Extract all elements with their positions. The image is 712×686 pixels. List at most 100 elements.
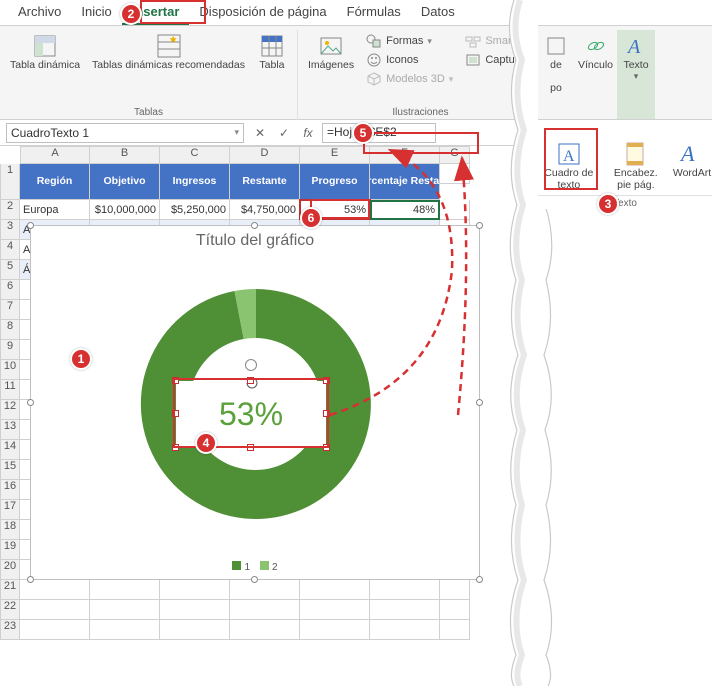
cell[interactable] — [90, 580, 160, 600]
pivot-table-button[interactable]: Tabla dinámica — [6, 30, 84, 74]
row-header[interactable]: 21 — [0, 580, 20, 600]
cell[interactable]: $10,000,000 — [90, 200, 160, 220]
smartart-button[interactable]: SmartArt — [461, 32, 537, 50]
row-header[interactable]: 23 — [0, 620, 20, 640]
wordart-button[interactable]: A WordArt — [672, 138, 712, 193]
capture-button[interactable]: Captura ▾ — [461, 51, 537, 69]
models3d-button[interactable]: Modelos 3D ▾ — [362, 70, 457, 88]
cell[interactable] — [370, 600, 440, 620]
tab-layout[interactable]: Disposición de página — [189, 0, 336, 25]
tab-data[interactable]: Datos — [411, 0, 465, 25]
row-header[interactable]: 8 — [0, 320, 20, 340]
cell[interactable]: $4,750,000 — [230, 200, 300, 220]
row-header[interactable]: 5 — [0, 260, 20, 280]
textbox-button[interactable]: A Cuadro de texto — [538, 138, 600, 193]
row-header[interactable]: 2 — [0, 200, 20, 220]
resize-handle[interactable] — [323, 410, 330, 417]
col-header[interactable]: D — [230, 146, 300, 164]
shapes-button[interactable]: Formas ▾ — [362, 32, 457, 50]
chart-handle[interactable] — [27, 576, 34, 583]
cell[interactable] — [20, 600, 90, 620]
cell[interactable] — [230, 600, 300, 620]
resize-handle[interactable] — [323, 377, 330, 384]
chart-handle[interactable] — [251, 222, 258, 229]
resize-handle[interactable] — [323, 444, 330, 451]
tab-formulas[interactable]: Fórmulas — [337, 0, 411, 25]
cell[interactable] — [230, 580, 300, 600]
cell[interactable] — [230, 620, 300, 640]
resize-handle[interactable] — [172, 377, 179, 384]
row-header[interactable]: 9 — [0, 340, 20, 360]
tab-home[interactable]: Inicio — [71, 0, 121, 25]
cell[interactable] — [440, 200, 470, 220]
row-header[interactable]: 15 — [0, 460, 20, 480]
cell[interactable] — [440, 620, 470, 640]
resize-handle[interactable] — [247, 444, 254, 451]
row-header[interactable]: 1 — [0, 164, 20, 200]
cell[interactable] — [160, 580, 230, 600]
chart-handle[interactable] — [476, 576, 483, 583]
cell[interactable] — [160, 620, 230, 640]
resize-handle[interactable] — [172, 444, 179, 451]
row-header[interactable]: 12 — [0, 400, 20, 420]
cell[interactable] — [20, 580, 90, 600]
text-dropdown-button[interactable]: A Texto ▾ — [617, 30, 655, 119]
row-header[interactable]: 16 — [0, 480, 20, 500]
row-header[interactable]: 19 — [0, 540, 20, 560]
resize-handle[interactable] — [247, 377, 254, 384]
icons-button[interactable]: Iconos — [362, 51, 457, 69]
row-header[interactable]: 13 — [0, 420, 20, 440]
rotate-handle[interactable] — [245, 359, 257, 371]
chart-handle[interactable] — [27, 399, 34, 406]
row-header[interactable]: 7 — [0, 300, 20, 320]
chart-handle[interactable] — [476, 399, 483, 406]
link-button[interactable]: Vínculo — [574, 30, 617, 119]
cell[interactable] — [440, 580, 470, 600]
fx-button[interactable]: fx — [298, 123, 318, 143]
formula-bar[interactable]: =Hoja1!$E$2 — [322, 123, 436, 143]
col-header[interactable]: A — [20, 146, 90, 164]
cell[interactable] — [90, 600, 160, 620]
cancel-formula-button[interactable]: ✕ — [250, 123, 270, 143]
col-header[interactable]: B — [90, 146, 160, 164]
row-header[interactable]: 20 — [0, 560, 20, 580]
row-header[interactable]: 10 — [0, 360, 20, 380]
cell[interactable]: 48% — [370, 200, 440, 220]
name-box[interactable]: CuadroTexto 1 ▾ — [6, 123, 244, 143]
cell[interactable] — [440, 600, 470, 620]
row-header[interactable]: 3 — [0, 220, 20, 240]
recommended-pivot-button[interactable]: Tablas dinámicas recomendadas — [88, 30, 249, 74]
row-header[interactable]: 4 — [0, 240, 20, 260]
row-header[interactable]: 14 — [0, 440, 20, 460]
col-header[interactable]: E — [300, 146, 370, 164]
cell[interactable] — [300, 580, 370, 600]
cell[interactable] — [370, 620, 440, 640]
cell[interactable] — [300, 620, 370, 640]
cell[interactable] — [90, 620, 160, 640]
chart-object[interactable]: Título del gráfico 1 2 53% — [30, 225, 480, 580]
cell[interactable]: $5,250,000 — [160, 200, 230, 220]
col-header[interactable]: G — [440, 146, 470, 164]
cell[interactable] — [440, 164, 470, 184]
table-button[interactable]: Tabla — [253, 30, 291, 74]
header-footer-button[interactable]: Encabez. pie pág. — [602, 138, 670, 193]
row-header[interactable]: 18 — [0, 520, 20, 540]
col-header[interactable]: C — [160, 146, 230, 164]
cell-region[interactable]: Europa — [20, 200, 90, 220]
row-header[interactable]: 22 — [0, 600, 20, 620]
ribbon-fragment-de[interactable]: depo — [538, 30, 574, 119]
row-header[interactable]: 11 — [0, 380, 20, 400]
cell[interactable] — [370, 580, 440, 600]
cell[interactable] — [160, 600, 230, 620]
chart-handle[interactable] — [251, 576, 258, 583]
chart-handle[interactable] — [27, 222, 34, 229]
accept-formula-button[interactable]: ✓ — [274, 123, 294, 143]
cell[interactable] — [20, 620, 90, 640]
cell[interactable] — [300, 600, 370, 620]
chart-handle[interactable] — [476, 222, 483, 229]
chart-title[interactable]: Título del gráfico — [31, 226, 479, 250]
tab-file[interactable]: Archivo — [8, 0, 71, 25]
row-header[interactable]: 17 — [0, 500, 20, 520]
resize-handle[interactable] — [172, 410, 179, 417]
images-button[interactable]: Imágenes — [304, 30, 358, 88]
